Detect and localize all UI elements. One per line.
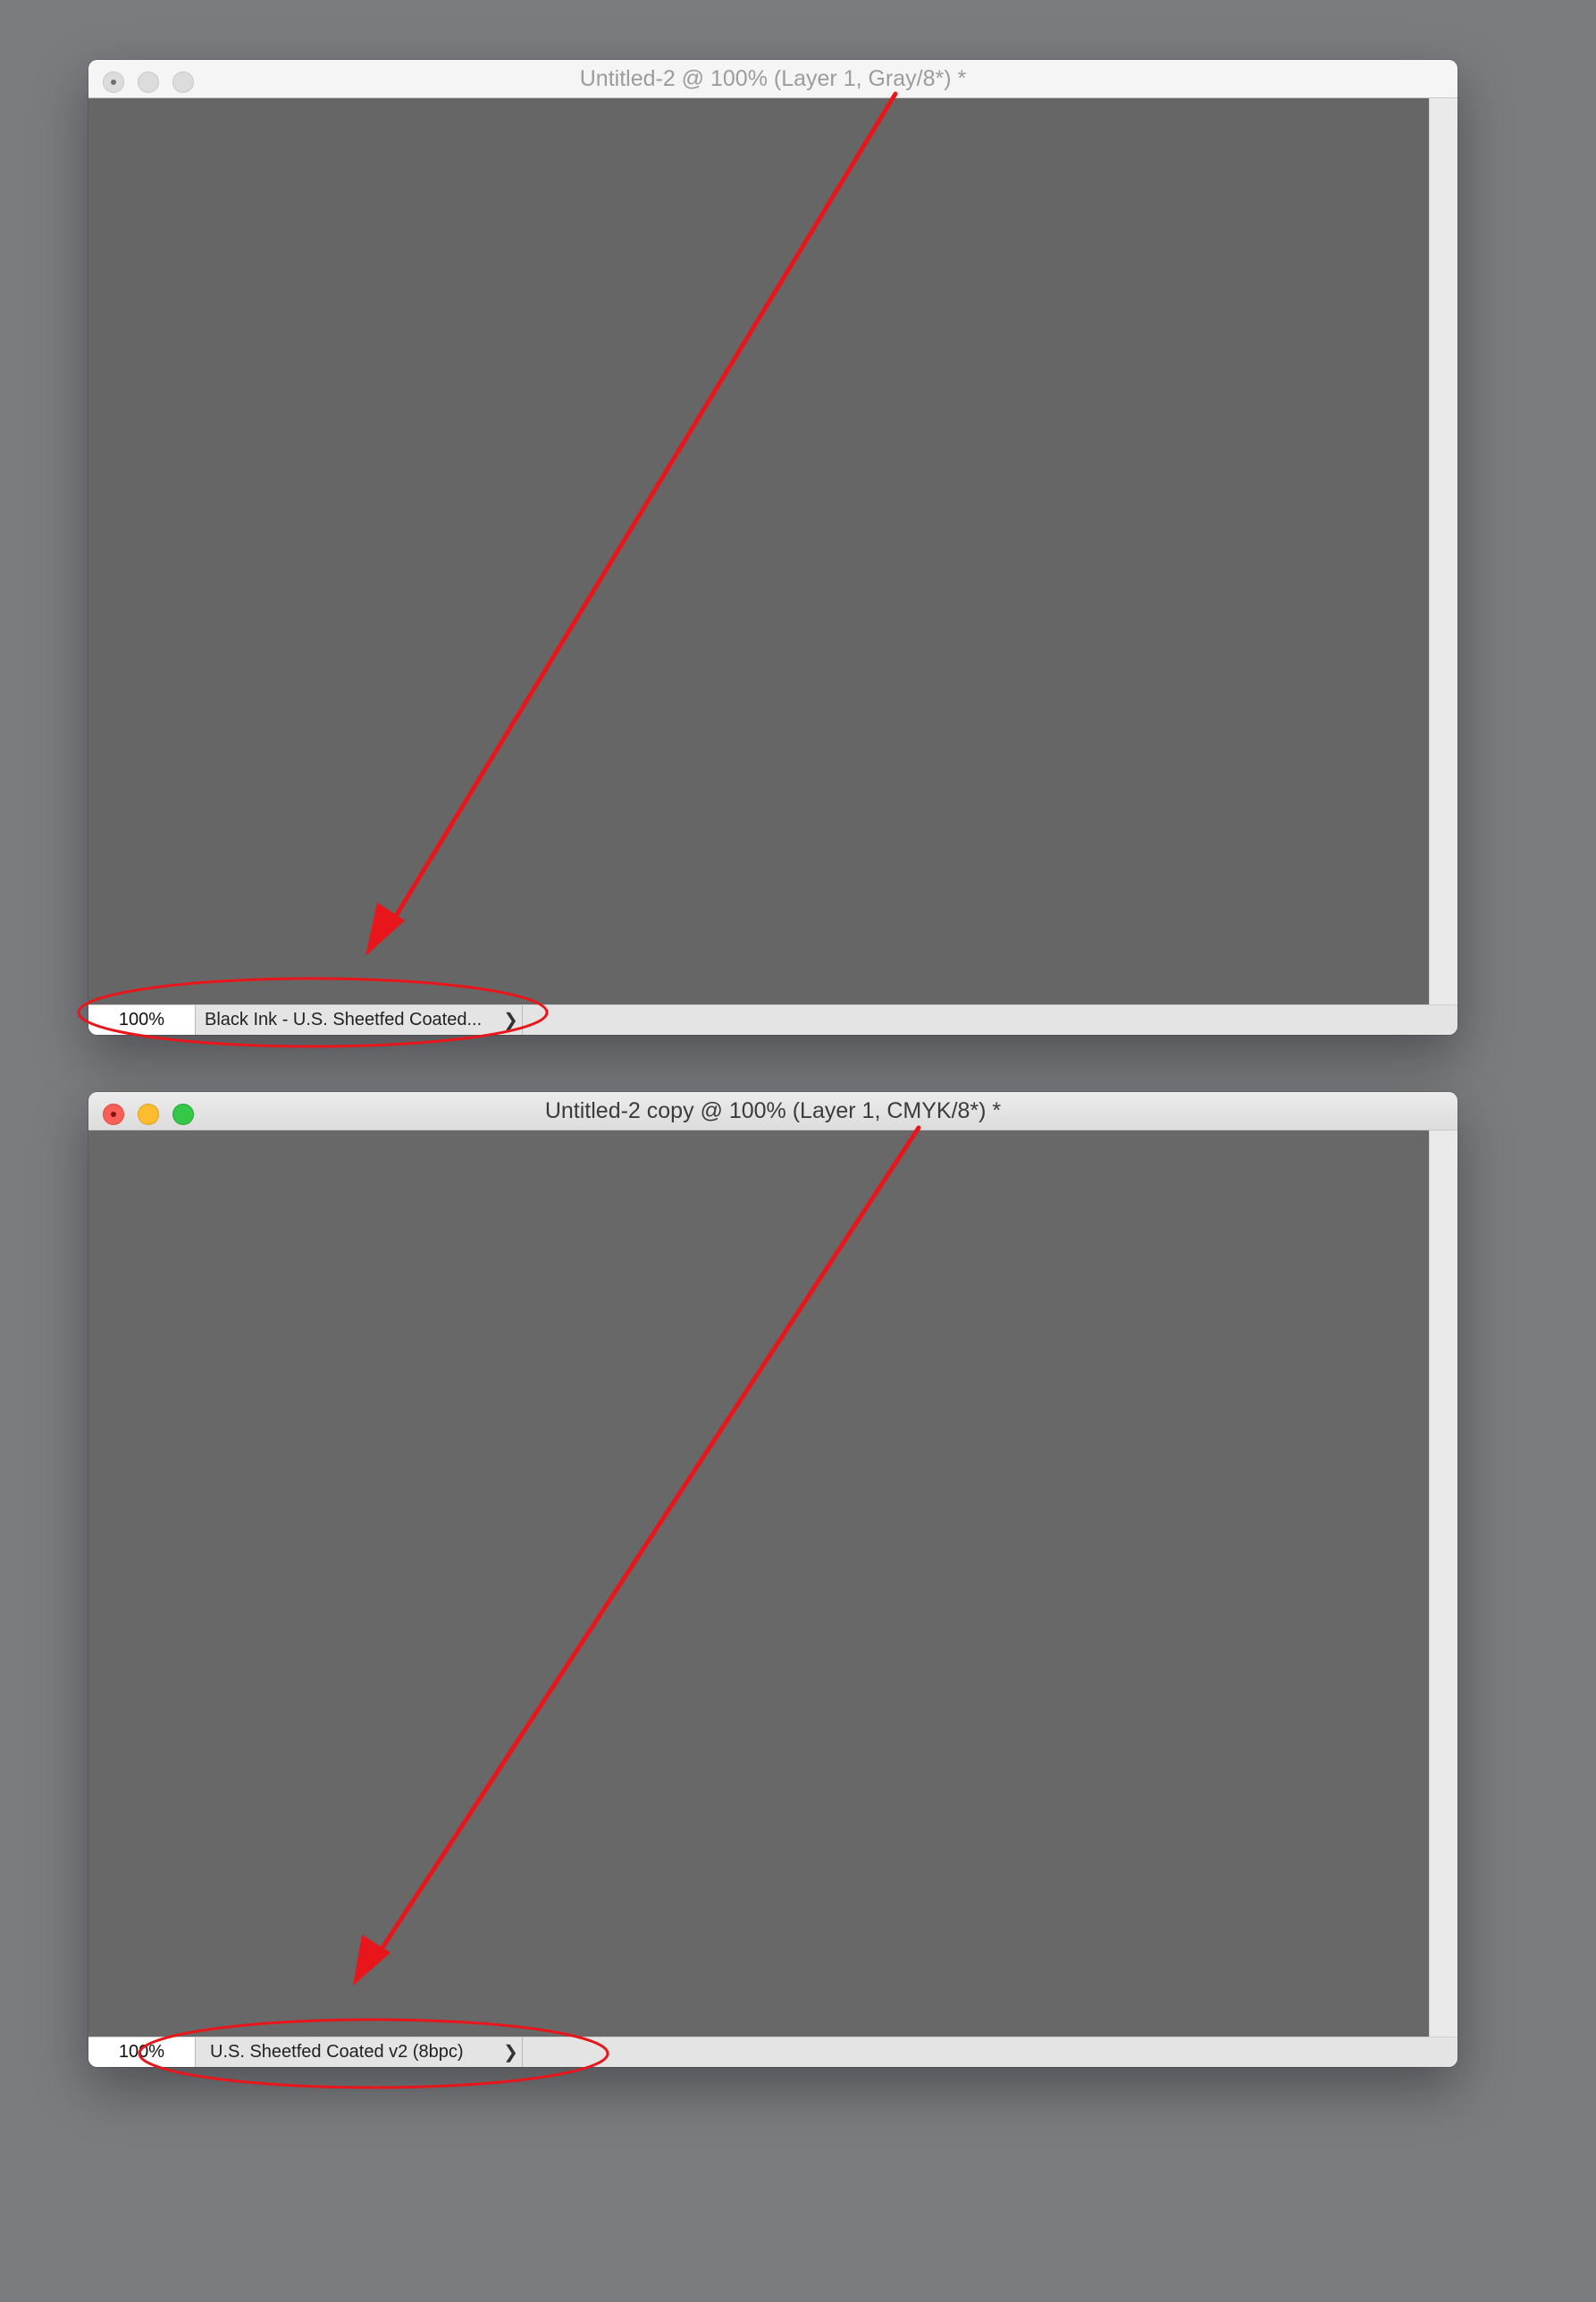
window-title: Untitled-2 copy @ 100% (Layer 1, CMYK/8*… — [544, 1098, 1002, 1123]
title-bar[interactable]: Untitled-2 copy @ 100% (Layer 1, CMYK/8*… — [88, 1092, 1457, 1130]
document-profile-info[interactable]: U.S. Sheetfed Coated v2 (8bpc) — [196, 2037, 526, 2067]
vertical-scrollbar[interactable] — [1429, 98, 1457, 1004]
status-bar: 100% U.S. Sheetfed Coated v2 (8bpc) ❯ — [88, 2037, 1457, 2067]
chevron-right-icon[interactable]: ❯ — [500, 2037, 523, 2067]
vertical-scrollbar[interactable] — [1429, 1130, 1457, 2037]
title-bar[interactable]: Untitled-2 @ 100% (Layer 1, Gray/8*) * — [88, 60, 1457, 98]
zoom-level-field[interactable]: 100% — [88, 2037, 196, 2067]
window-title: Untitled-2 @ 100% (Layer 1, Gray/8*) * — [579, 66, 967, 91]
status-bar: 100% Black Ink - U.S. Sheetfed Coated...… — [88, 1004, 1457, 1035]
zoom-level-field[interactable]: 100% — [88, 1005, 196, 1035]
document-window-cmyk[interactable]: Untitled-2 copy @ 100% (Layer 1, CMYK/8*… — [88, 1092, 1457, 2067]
chevron-right-icon[interactable]: ❯ — [500, 1005, 523, 1035]
document-canvas[interactable] — [88, 1130, 1429, 2037]
document-profile-info[interactable]: Black Ink - U.S. Sheetfed Coated... — [196, 1005, 526, 1035]
document-canvas[interactable] — [88, 98, 1429, 1004]
document-window-gray[interactable]: Untitled-2 @ 100% (Layer 1, Gray/8*) * 1… — [88, 60, 1457, 1035]
